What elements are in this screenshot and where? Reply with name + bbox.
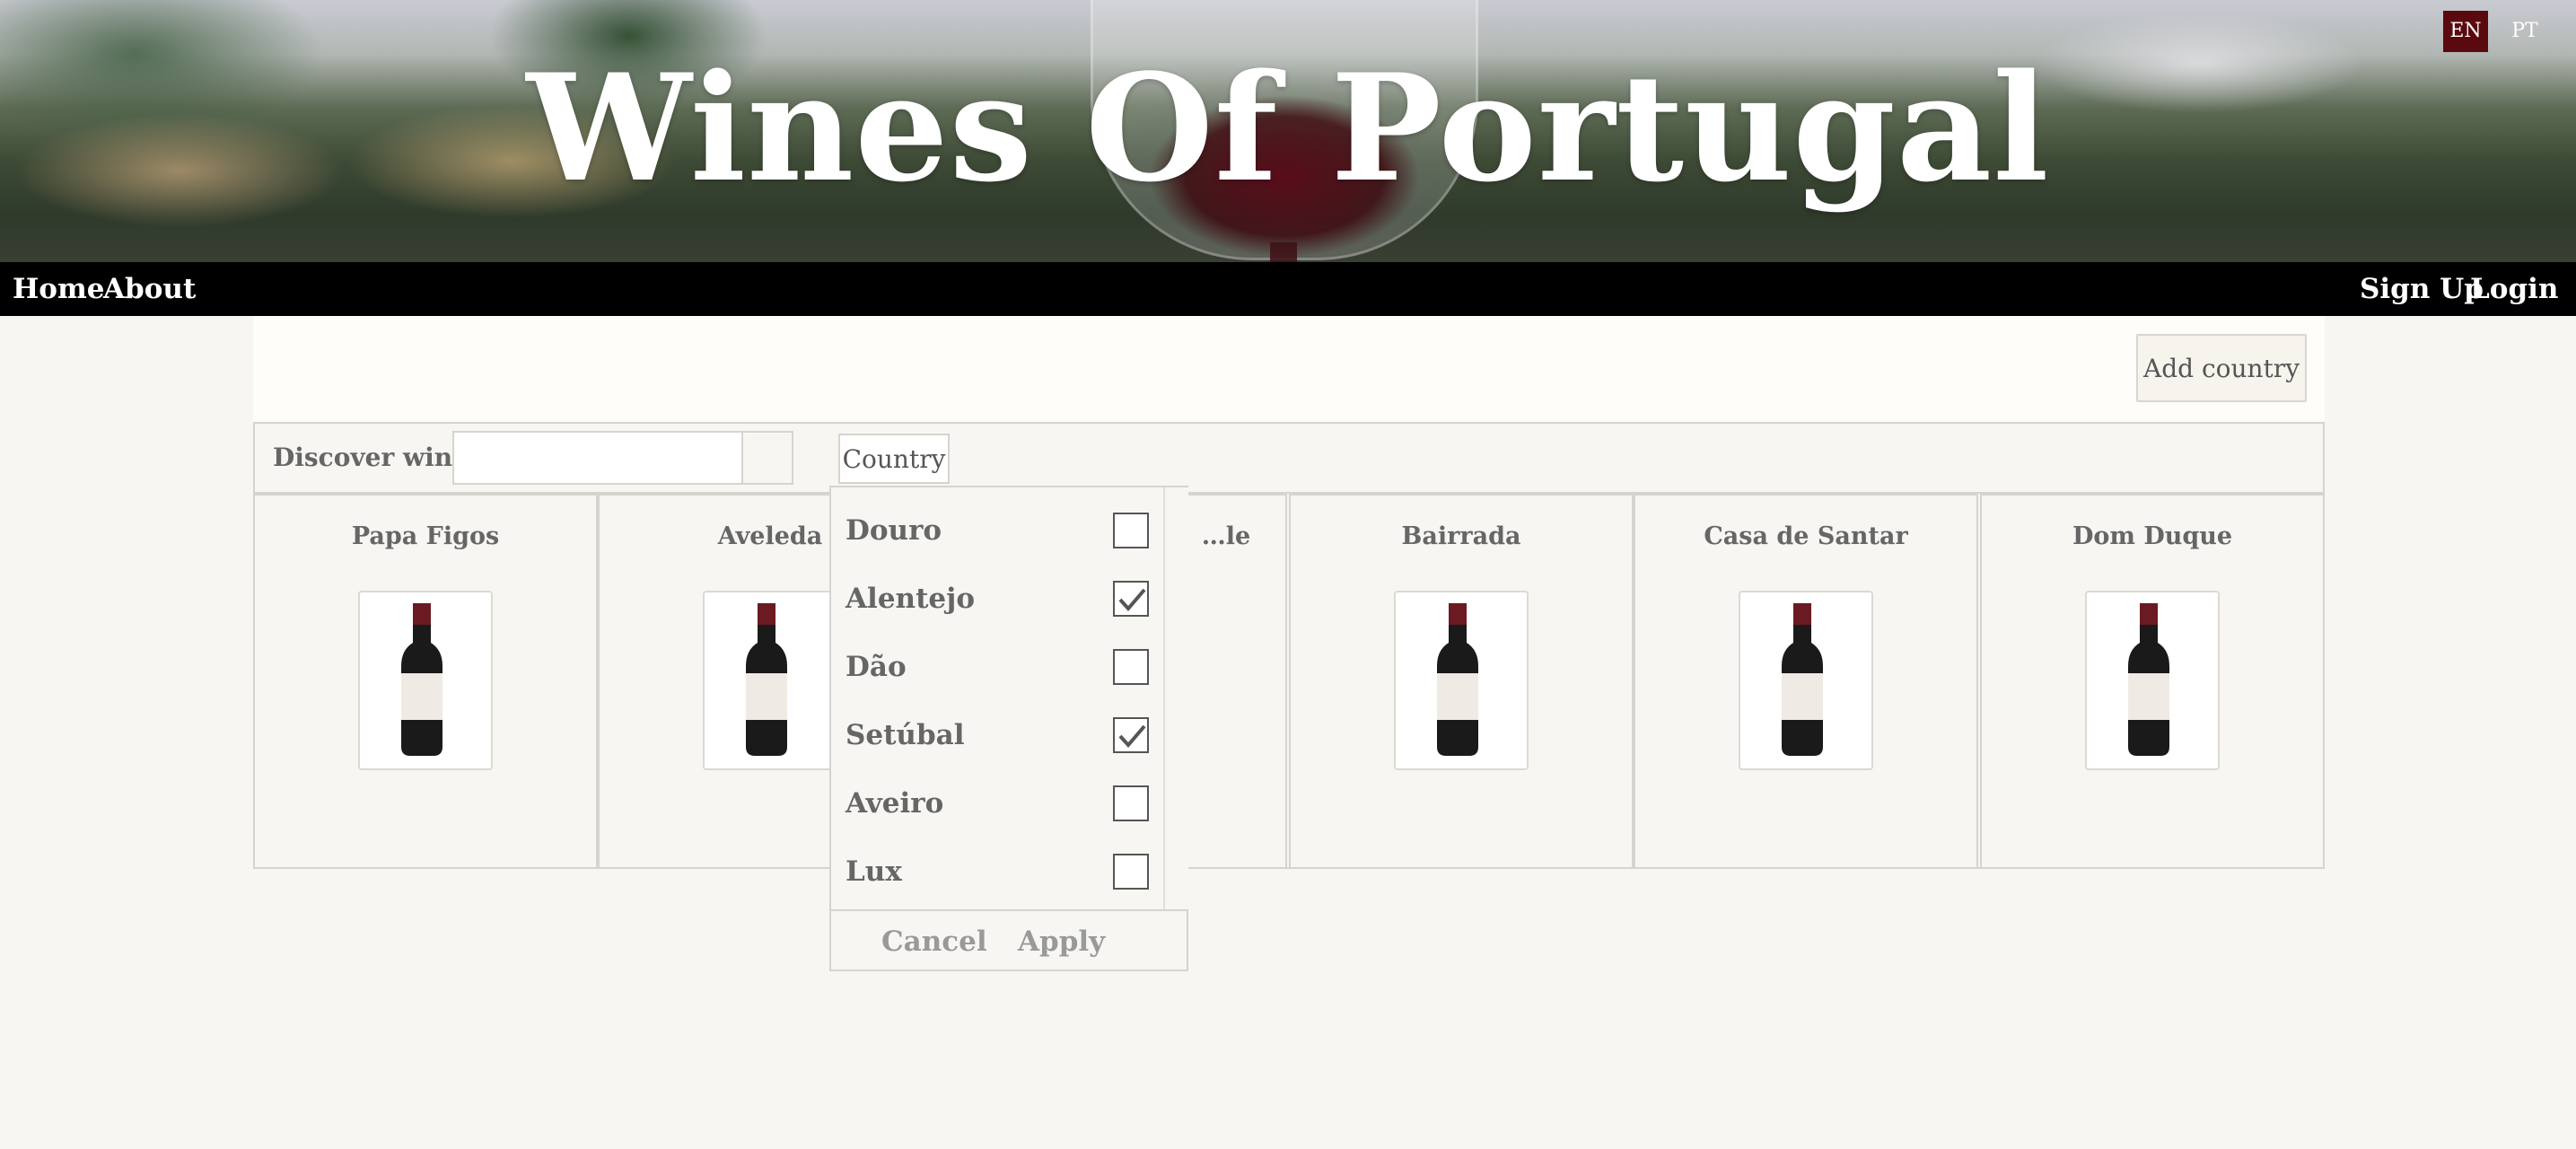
country-options-list: Douro Alentejo Dão Setúbal Aveiro Lux xyxy=(831,487,1163,909)
wine-name: Papa Figos xyxy=(351,522,500,550)
main-nav: Home About Sign Up Login xyxy=(0,262,2576,316)
checkmark-icon xyxy=(1118,588,1146,612)
country-option-setubal[interactable]: Setúbal xyxy=(831,701,1163,769)
checkbox[interactable] xyxy=(1113,513,1149,548)
dropdown-scrollbar[interactable] xyxy=(1163,487,1188,909)
country-option-dao[interactable]: Dão xyxy=(831,633,1163,701)
discover-wines-label: Discover wines xyxy=(273,443,483,472)
wine-thumbnail[interactable] xyxy=(2085,591,2220,770)
language-en-button[interactable]: EN xyxy=(2443,11,2488,52)
wine-glass-stem xyxy=(1270,242,1297,262)
site-title: Wines Of Portugal xyxy=(526,41,2050,215)
country-option-lux[interactable]: Lux xyxy=(831,838,1163,906)
add-country-button[interactable]: Add country xyxy=(2136,334,2307,402)
dropdown-footer: Cancel Apply xyxy=(831,909,1187,971)
checkbox[interactable] xyxy=(1113,581,1149,617)
wine-thumbnail[interactable] xyxy=(358,591,493,770)
wine-bottle-icon xyxy=(1782,603,1823,756)
country-filter-button[interactable]: Country xyxy=(838,434,950,484)
wine-card[interactable]: Casa de Santar xyxy=(1634,494,1978,869)
wine-thumbnail[interactable] xyxy=(1394,591,1529,770)
country-option-label: Setúbal xyxy=(846,719,965,751)
search-button[interactable] xyxy=(741,431,793,485)
cancel-button[interactable]: Cancel xyxy=(881,911,987,973)
hero-banner: Wines Of Portugal EN PT xyxy=(0,0,2576,262)
wine-card[interactable]: Papa Figos xyxy=(253,494,598,869)
wine-thumbnail[interactable] xyxy=(1739,591,1873,770)
wine-bottle-icon xyxy=(401,603,442,756)
search-input[interactable] xyxy=(452,431,741,485)
wine-bottle-icon xyxy=(746,603,787,756)
checkbox[interactable] xyxy=(1113,717,1149,753)
checkmark-icon xyxy=(1118,724,1146,749)
country-option-alentejo[interactable]: Alentejo xyxy=(831,565,1163,633)
checkbox[interactable] xyxy=(1113,785,1149,821)
wine-name: Dom Duque xyxy=(2072,522,2233,550)
country-dropdown: Douro Alentejo Dão Setúbal Aveiro Lux Ca… xyxy=(829,486,1188,971)
country-option-label: Lux xyxy=(846,855,902,888)
language-pt-button[interactable]: PT xyxy=(2502,11,2547,52)
nav-about-link[interactable]: About xyxy=(103,262,196,316)
admin-panel xyxy=(253,316,2325,422)
wine-bottle-icon xyxy=(1437,603,1478,756)
apply-button[interactable]: Apply xyxy=(1018,911,1105,973)
wine-card[interactable]: Dom Duque xyxy=(1980,494,2325,869)
checkbox[interactable] xyxy=(1113,649,1149,685)
wine-card[interactable]: Bairrada xyxy=(1289,494,1634,869)
country-option-label: Dão xyxy=(846,651,907,683)
checkbox[interactable] xyxy=(1113,854,1149,890)
wine-name: Bairrada xyxy=(1401,522,1521,550)
nav-home-link[interactable]: Home xyxy=(13,262,105,316)
country-option-label: Alentejo xyxy=(846,583,976,615)
wine-thumbnail[interactable] xyxy=(703,591,837,770)
country-option-aveiro[interactable]: Aveiro xyxy=(831,769,1163,838)
wine-bottle-icon xyxy=(2128,603,2169,756)
wine-name: Casa de Santar xyxy=(1704,522,1908,550)
country-option-label: Douro xyxy=(846,514,942,547)
nav-signup-link[interactable]: Sign Up xyxy=(2360,262,2484,316)
nav-login-link[interactable]: Login xyxy=(2470,262,2558,316)
country-option-douro[interactable]: Douro xyxy=(831,496,1163,565)
country-option-label: Aveiro xyxy=(846,787,944,820)
